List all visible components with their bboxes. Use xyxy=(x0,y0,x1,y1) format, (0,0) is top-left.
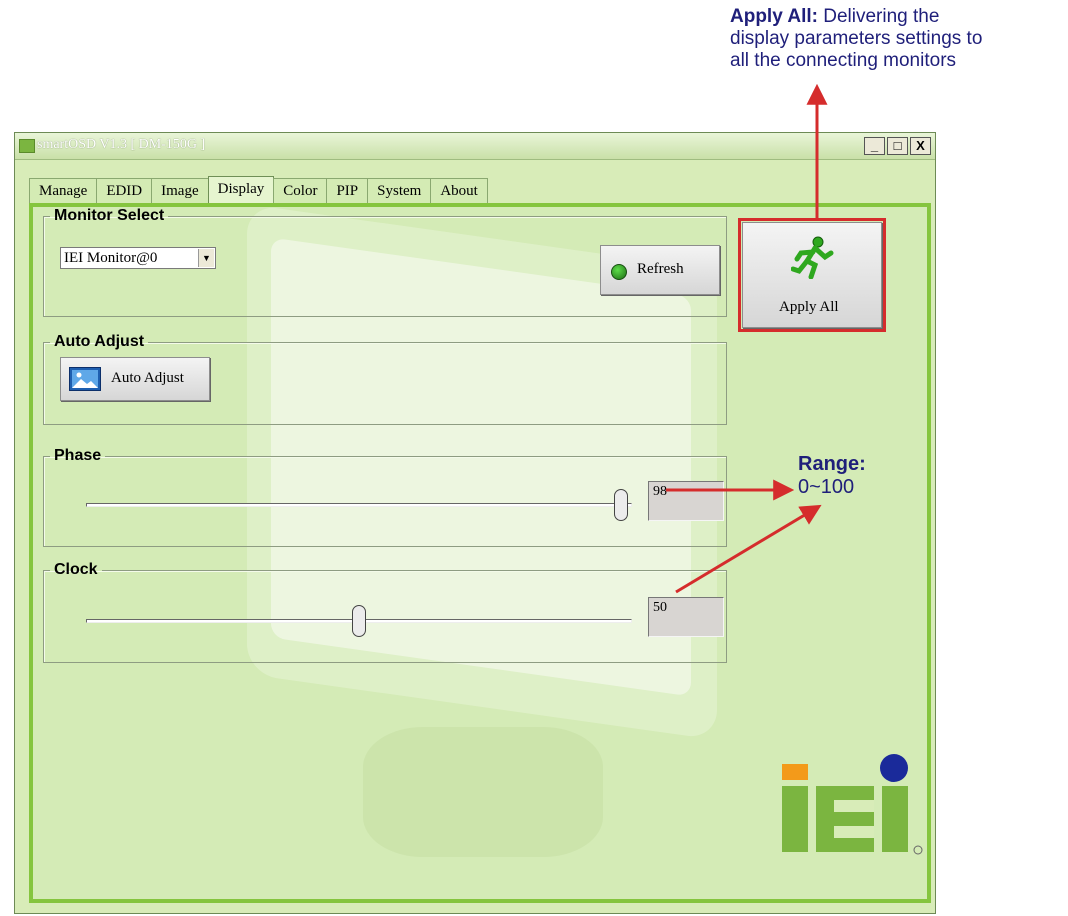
phase-slider-track[interactable] xyxy=(86,503,632,507)
apply-all-callout-title: Apply All: xyxy=(730,6,818,27)
apply-all-highlight-box xyxy=(738,218,886,332)
tab-pip[interactable]: PIP xyxy=(326,178,369,204)
phase-group: Phase 98 xyxy=(43,447,727,547)
window-title: smartOSD V1.3 [ DM-150G ] xyxy=(37,137,206,152)
tab-display[interactable]: Display xyxy=(207,176,275,204)
tab-about[interactable]: About xyxy=(430,178,488,204)
range-callout-value: 0~100 xyxy=(798,476,855,498)
title-bar[interactable]: smartOSD V1.3 [ DM-150G ] _ □ X xyxy=(15,133,935,160)
clock-slider-thumb[interactable] xyxy=(352,605,366,637)
clock-label: Clock xyxy=(54,561,98,578)
phase-slider-thumb[interactable] xyxy=(614,489,629,521)
auto-adjust-button-label: Auto Adjust xyxy=(111,370,184,386)
iei-brand-logo xyxy=(782,754,923,855)
tab-manage[interactable]: Manage xyxy=(29,178,98,204)
minimize-button[interactable]: _ xyxy=(864,137,885,155)
tab-strip: Manage EDID Image Display Color PIP Syst… xyxy=(29,176,488,204)
chevron-down-icon[interactable]: ▼ xyxy=(198,249,214,267)
auto-adjust-label: Auto Adjust xyxy=(54,333,145,350)
picture-icon xyxy=(69,367,101,391)
apply-all-callout-text-3: all the connecting monitors xyxy=(730,50,957,71)
logo-e-gap-bottom xyxy=(834,826,874,838)
apply-all-callout-text-1: Delivering the xyxy=(823,6,940,27)
iei-logo-icon xyxy=(19,139,35,153)
range-callout-title: Range: xyxy=(798,453,866,475)
close-button[interactable]: X xyxy=(910,137,931,155)
background-monitor-stand xyxy=(363,727,603,857)
registered-mark-icon xyxy=(913,845,923,855)
logo-e-block xyxy=(816,786,874,852)
apply-all-callout-text-2: display parameters settings to xyxy=(730,28,983,49)
refresh-button[interactable]: Refresh xyxy=(600,245,720,295)
window-controls: _ □ X xyxy=(862,137,931,155)
logo-i2-stem xyxy=(882,786,908,852)
monitor-select-group: Monitor Select IEI Monitor@0 ▼ Refresh xyxy=(43,207,727,317)
monitor-select-label: Monitor Select xyxy=(54,207,165,224)
tab-color[interactable]: Color xyxy=(273,178,328,204)
auto-adjust-button[interactable]: Auto Adjust xyxy=(60,357,210,401)
refresh-label: Refresh xyxy=(637,261,684,277)
auto-adjust-group: Auto Adjust Auto Adjust xyxy=(43,333,727,425)
clock-value-field[interactable]: 50 xyxy=(648,597,724,637)
range-callout: Range: 0~100 xyxy=(798,453,866,499)
logo-e-gap-top xyxy=(834,800,874,812)
logo-i-stem xyxy=(782,786,808,852)
tab-system[interactable]: System xyxy=(367,178,432,204)
tab-image[interactable]: Image xyxy=(151,178,209,204)
apply-all-callout: Apply All: Delivering the display parame… xyxy=(730,6,1060,72)
phase-label: Phase xyxy=(54,447,102,464)
monitor-dropdown[interactable]: IEI Monitor@0 ▼ xyxy=(60,247,216,269)
green-led-icon xyxy=(611,264,627,280)
logo-orange-block xyxy=(782,764,808,780)
monitor-dropdown-value: IEI Monitor@0 xyxy=(64,250,158,266)
phase-value-field[interactable]: 98 xyxy=(648,481,724,521)
maximize-button[interactable]: □ xyxy=(887,137,908,155)
tab-edid[interactable]: EDID xyxy=(96,178,153,204)
logo-blue-dot xyxy=(880,754,908,782)
clock-group: Clock 50 xyxy=(43,561,727,663)
